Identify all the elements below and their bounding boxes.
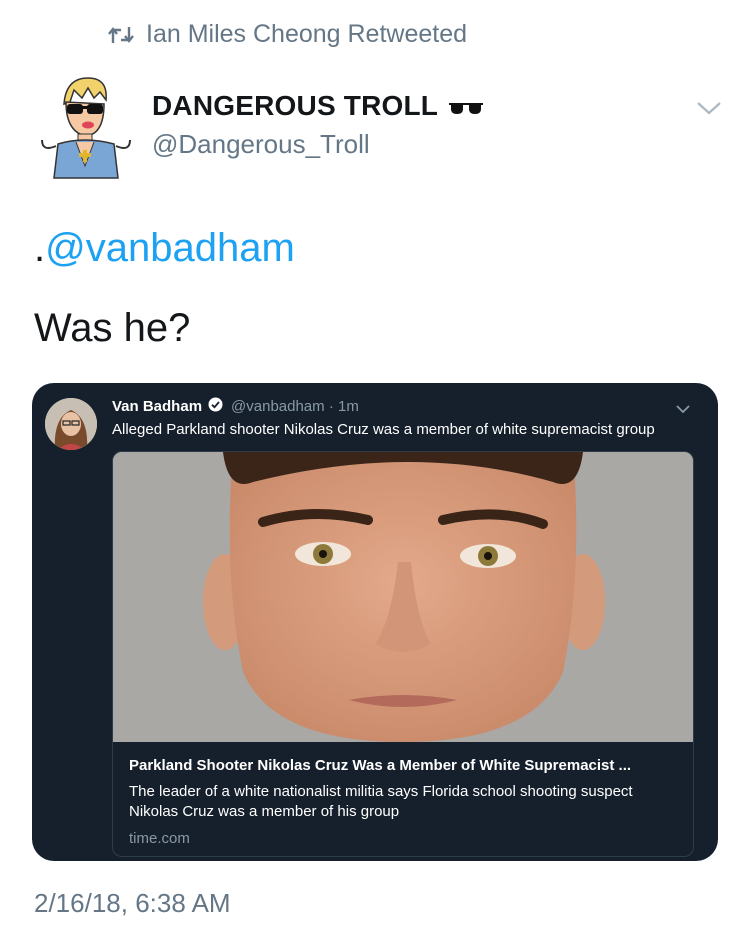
- mention-link[interactable]: @vanbadham: [45, 226, 295, 270]
- card-title: Parkland Shooter Nikolas Cruz Was a Memb…: [129, 757, 632, 774]
- quoted-header: Van Badham @vanbadham · 1m: [112, 397, 359, 416]
- link-card[interactable]: Parkland Shooter Nikolas Cruz Was a Memb…: [112, 451, 694, 857]
- author-avatar[interactable]: [36, 74, 136, 180]
- quoted-tweet[interactable]: Van Badham @vanbadham · 1m Alleged Parkl…: [32, 383, 718, 861]
- sunglasses-icon: [448, 90, 484, 122]
- retweet-icon: [108, 25, 134, 45]
- tweet-text: Was he?: [34, 306, 191, 350]
- author-handle[interactable]: @Dangerous_Troll: [152, 129, 370, 160]
- quoted-author-name[interactable]: Van Badham: [112, 398, 202, 415]
- author-name-line[interactable]: DANGEROUS TROLL: [152, 90, 484, 122]
- retweet-label: Ian Miles Cheong Retweeted: [146, 20, 468, 48]
- quoted-handle-time[interactable]: @vanbadham · 1m: [231, 398, 359, 415]
- quoted-options-chevron-icon[interactable]: [676, 401, 690, 419]
- retweet-context[interactable]: Ian Miles Cheong Retweeted: [108, 20, 467, 49]
- tweet-timestamp[interactable]: 2/16/18, 6:38 AM: [34, 888, 231, 919]
- card-photo: [113, 452, 693, 742]
- quoted-avatar[interactable]: [45, 398, 97, 450]
- tweet-options-chevron-icon[interactable]: [696, 100, 722, 121]
- card-domain: time.com: [129, 830, 190, 847]
- tweet-mention[interactable]: .@vanbadham: [34, 226, 295, 271]
- verified-badge-icon: [208, 397, 223, 416]
- cartoon-avatar-icon: [41, 77, 131, 179]
- quoted-tweet-text: Alleged Parkland shooter Nikolas Cruz wa…: [112, 421, 655, 438]
- card-description: The leader of a white nationalist militi…: [129, 783, 633, 820]
- author-display-name: DANGEROUS TROLL: [152, 90, 439, 121]
- mention-prefix: .: [34, 226, 46, 270]
